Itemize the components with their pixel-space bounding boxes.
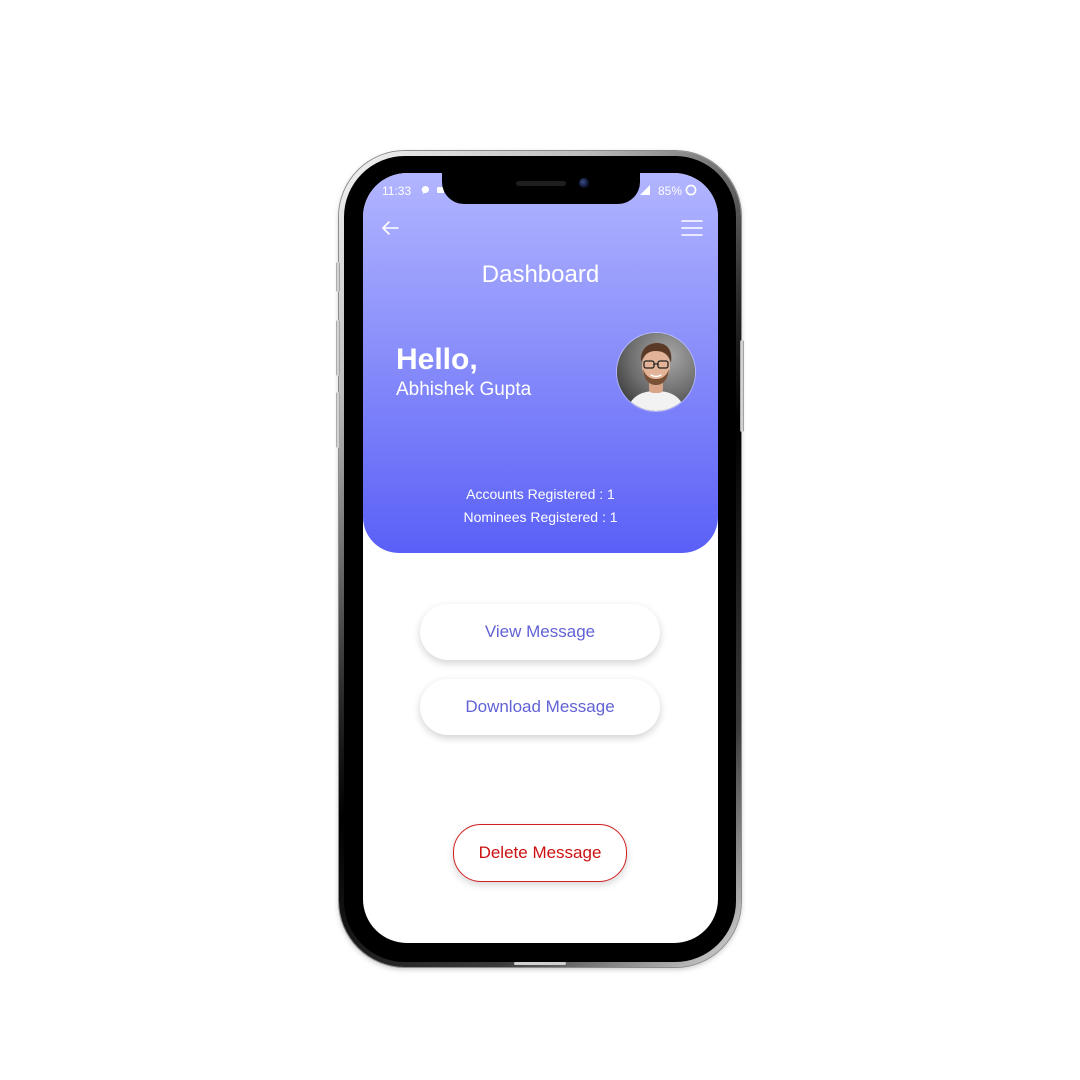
screen: 11:33 85% Dashboard Hello, Abhishek Gupt… <box>363 173 718 943</box>
arrow-left-icon[interactable] <box>380 218 400 238</box>
page-title: Dashboard <box>481 261 600 288</box>
home-indicator <box>514 962 566 965</box>
user-name: Abhishek Gupta <box>396 379 532 400</box>
chat-bubble-icon <box>421 185 430 195</box>
avatar <box>617 333 695 411</box>
greeting: Hello, <box>396 343 478 376</box>
avatar-portrait <box>617 333 695 411</box>
status-time: 11:33 <box>382 184 412 198</box>
power-button <box>740 340 744 432</box>
volume-up-button <box>336 320 340 376</box>
front-camera <box>579 178 589 188</box>
hamburger-menu-icon[interactable] <box>681 219 703 237</box>
mute-switch <box>336 262 340 292</box>
earpiece-speaker <box>516 181 566 186</box>
notch <box>442 173 640 204</box>
delete-message-button[interactable]: Delete Message <box>453 824 627 882</box>
accounts-registered: Accounts Registered : 1 <box>466 486 615 502</box>
stage: 11:33 85% Dashboard Hello, Abhishek Gupt… <box>0 0 1080 1080</box>
battery-ring-icon <box>685 184 697 196</box>
view-message-button[interactable]: View Message <box>420 604 660 660</box>
nominees-registered: Nominees Registered : 1 <box>463 509 618 525</box>
download-message-button[interactable]: Download Message <box>420 679 660 735</box>
dashboard-header: 11:33 85% Dashboard Hello, Abhishek Gupt… <box>363 173 718 553</box>
battery-percentage: 85% <box>658 184 683 198</box>
signal-icon <box>640 185 650 195</box>
registration-stats: Accounts Registered : 1 Nominees Registe… <box>363 483 718 529</box>
volume-down-button <box>336 392 340 448</box>
